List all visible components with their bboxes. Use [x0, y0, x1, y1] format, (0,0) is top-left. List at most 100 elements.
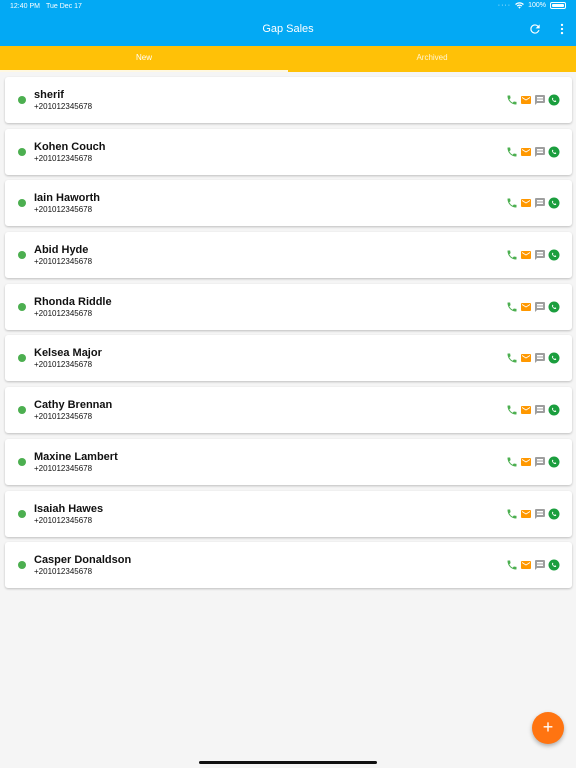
message-icon[interactable] [534, 508, 546, 520]
status-dot [18, 96, 26, 104]
whatsapp-icon[interactable] [548, 249, 560, 261]
phone-icon[interactable] [506, 559, 518, 571]
whatsapp-icon[interactable] [548, 559, 560, 571]
contact-phone: +201012345678 [34, 463, 93, 473]
contact-phone: +201012345678 [34, 153, 93, 163]
message-icon[interactable] [534, 94, 546, 106]
mail-icon[interactable] [520, 352, 532, 364]
more-vert-icon[interactable] [558, 22, 566, 36]
contact-name: Maxine Lambert [34, 450, 118, 463]
contact-card[interactable]: Iain Haworth +201012345678 [5, 180, 572, 227]
phone-icon[interactable] [506, 146, 518, 158]
contact-card[interactable]: Abid Hyde +201012345678 [5, 232, 572, 279]
contact-actions [506, 197, 560, 209]
mail-icon[interactable] [520, 249, 532, 261]
whatsapp-icon[interactable] [548, 352, 560, 364]
status-indicators: ···· 100% [498, 2, 566, 9]
mail-icon[interactable] [520, 404, 532, 416]
phone-icon[interactable] [506, 508, 518, 520]
contact-phone: +201012345678 [34, 205, 93, 215]
app-bar: 12:40 PM Tue Dec 17 ···· 100% Gap Sales [0, 0, 576, 46]
contact-name: Casper Donaldson [34, 554, 132, 567]
contact-name: Iain Haworth [34, 192, 101, 205]
contact-card[interactable]: Kelsea Major +201012345678 [5, 335, 572, 382]
mail-icon[interactable] [520, 197, 532, 209]
message-icon[interactable] [534, 146, 546, 158]
status-dot [18, 457, 26, 466]
status-dot [18, 406, 26, 415]
mail-icon[interactable] [520, 508, 532, 520]
tab-new[interactable]: New [0, 46, 288, 72]
contact-name: Rhonda Riddle [34, 295, 112, 308]
phone-icon[interactable] [506, 404, 518, 416]
tab-archived[interactable]: Archived [288, 46, 576, 72]
tab-bar: New Archived [0, 46, 576, 72]
whatsapp-icon[interactable] [548, 404, 560, 416]
contact-card[interactable]: Casper Donaldson +201012345678 [5, 542, 572, 589]
message-icon[interactable] [534, 456, 546, 468]
contact-actions [506, 249, 560, 261]
contact-card[interactable]: Rhonda Riddle +201012345678 [5, 283, 572, 330]
contact-name: Cathy Brennan [34, 399, 113, 412]
status-dot [18, 509, 26, 518]
contact-name: sherif [34, 89, 64, 101]
contact-card[interactable]: sherif +201012345678 [5, 77, 572, 123]
message-icon[interactable] [534, 404, 546, 416]
contact-name: Isaiah Hawes [34, 502, 104, 515]
whatsapp-icon[interactable] [548, 197, 560, 209]
contact-phone: +201012345678 [34, 102, 93, 111]
contact-actions [506, 508, 560, 520]
whatsapp-icon[interactable] [548, 94, 560, 106]
contact-actions [506, 456, 560, 468]
status-dot [18, 199, 26, 208]
multitasking-dots-icon: ···· [497, 2, 512, 9]
contact-actions [506, 146, 560, 158]
status-date: Tue Dec 17 [46, 3, 82, 10]
message-icon[interactable] [534, 197, 546, 209]
home-indicator [199, 761, 377, 764]
message-icon[interactable] [534, 559, 546, 571]
message-icon[interactable] [534, 352, 546, 364]
status-dot [18, 251, 26, 260]
mail-icon[interactable] [520, 146, 532, 158]
contact-card[interactable]: Cathy Brennan +201012345678 [5, 387, 572, 434]
mail-icon[interactable] [520, 559, 532, 571]
contact-card[interactable]: Isaiah Hawes +201012345678 [5, 490, 572, 537]
contact-card[interactable]: Maxine Lambert +201012345678 [5, 438, 572, 485]
contact-actions [506, 559, 560, 571]
phone-icon[interactable] [506, 301, 518, 313]
contact-actions [506, 301, 560, 313]
whatsapp-icon[interactable] [548, 456, 560, 468]
wifi-icon [515, 2, 524, 9]
plus-icon: + [542, 717, 554, 737]
message-icon[interactable] [534, 301, 546, 313]
phone-icon[interactable] [506, 197, 518, 209]
phone-icon[interactable] [506, 456, 518, 468]
app-title: Gap Sales [262, 23, 314, 35]
status-dot [18, 354, 26, 363]
contact-name: Kohen Couch [34, 140, 106, 153]
add-contact-button[interactable]: + [532, 712, 564, 744]
contact-actions [506, 94, 560, 106]
mail-icon[interactable] [520, 301, 532, 313]
contact-phone: +201012345678 [34, 257, 93, 267]
status-dot [18, 302, 26, 311]
phone-icon[interactable] [506, 249, 518, 261]
status-bar: 12:40 PM Tue Dec 17 ···· 100% [0, 0, 576, 14]
whatsapp-icon[interactable] [548, 508, 560, 520]
contact-actions [506, 352, 560, 364]
mail-icon[interactable] [520, 94, 532, 106]
phone-icon[interactable] [506, 352, 518, 364]
battery-percent: 100% [528, 2, 546, 9]
contact-card[interactable]: Kohen Couch +201012345678 [5, 128, 572, 175]
refresh-icon[interactable] [528, 22, 542, 36]
whatsapp-icon[interactable] [548, 146, 560, 158]
contact-name: Kelsea Major [34, 347, 102, 360]
message-icon[interactable] [534, 249, 546, 261]
contact-phone: +201012345678 [34, 567, 93, 577]
whatsapp-icon[interactable] [548, 301, 560, 313]
phone-icon[interactable] [506, 94, 518, 106]
status-time: 12:40 PM [10, 3, 40, 10]
contact-phone: +201012345678 [34, 515, 93, 525]
mail-icon[interactable] [520, 456, 532, 468]
